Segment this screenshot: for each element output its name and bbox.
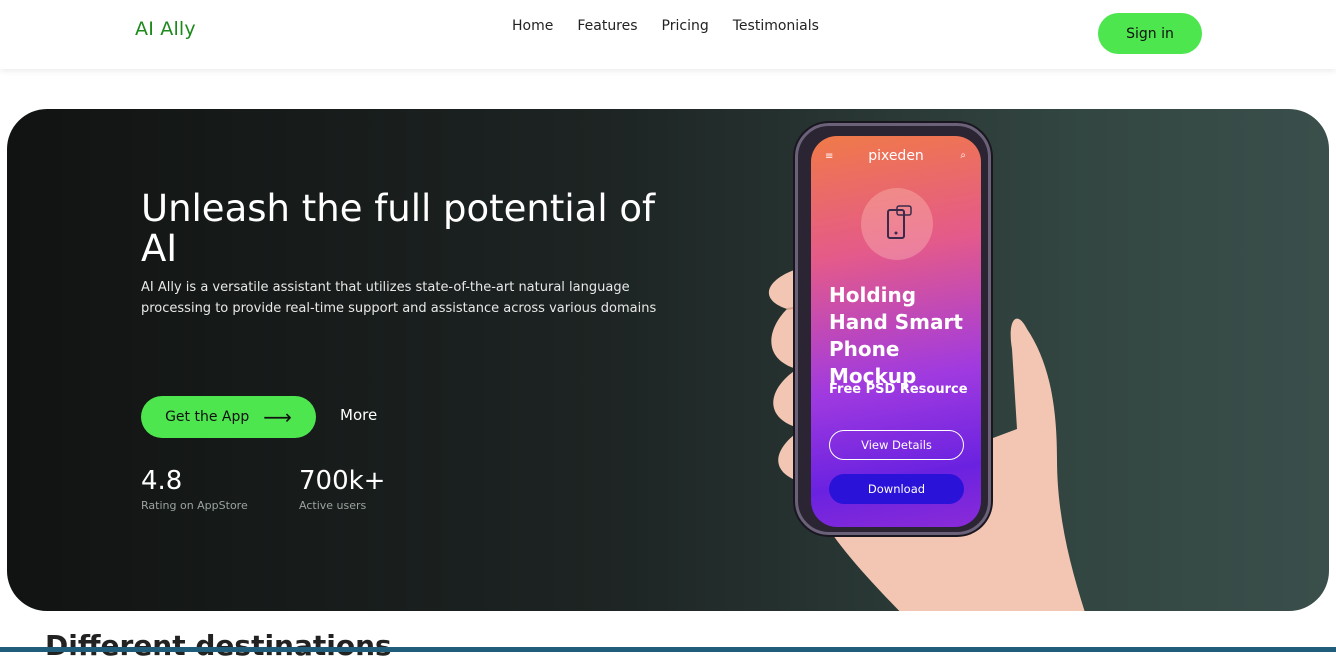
nav-home-link[interactable]: Home [512,18,553,34]
mockup-title: Holding Hand Smart Phone Mockup [829,283,963,388]
stat-users-label: Active users [299,499,367,512]
phone-frame: ≡ pixeden ⌕ Holding Hand Smart Phone Moc… [795,123,991,535]
stat-users: 700k+ Active users [299,466,385,512]
bottom-divider [0,647,1336,652]
section-title: Different destinations [45,629,392,662]
download-button: Download [829,474,964,504]
nav-pricing-link[interactable]: Pricing [662,18,709,34]
more-link[interactable]: More [340,406,377,424]
main-nav: Home Features Pricing Testimonials [512,18,819,34]
view-details-button: View Details [829,430,964,460]
top-navbar: AI Ally Home Features Pricing Testimonia… [0,0,1336,69]
nav-features-link[interactable]: Features [577,18,637,34]
nav-testimonials-link[interactable]: Testimonials [733,18,819,34]
get-the-app-button[interactable]: Get the App ⟶ [141,396,316,438]
phone-mockup-image: ≡ pixeden ⌕ Holding Hand Smart Phone Moc… [737,109,1157,611]
stat-users-value: 700k+ [299,466,386,496]
mockup-brand: pixeden [868,148,924,164]
stat-rating: 4.8 Rating on AppStore [141,466,248,512]
stat-rating-value: 4.8 [141,466,183,496]
phone-screen: ≡ pixeden ⌕ Holding Hand Smart Phone Moc… [811,136,981,527]
sign-in-button[interactable]: Sign in [1098,13,1202,54]
stat-rating-label: Rating on AppStore [141,499,248,512]
search-icon: ⌕ [960,150,966,161]
get-the-app-label: Get the App [165,409,250,425]
hero-description: AI Ally is a versatile assistant that ut… [141,280,657,316]
logo[interactable]: AI Ally [135,18,196,40]
hero-section: Unleash the full potential of AI AI Ally… [7,109,1329,611]
hero-title: Unleash the full potential of AI [141,187,656,270]
chat-phone-icon [861,188,933,260]
mockup-subtitle: Free PSD Resource [829,382,968,397]
arrow-right-icon: ⟶ [263,405,292,429]
